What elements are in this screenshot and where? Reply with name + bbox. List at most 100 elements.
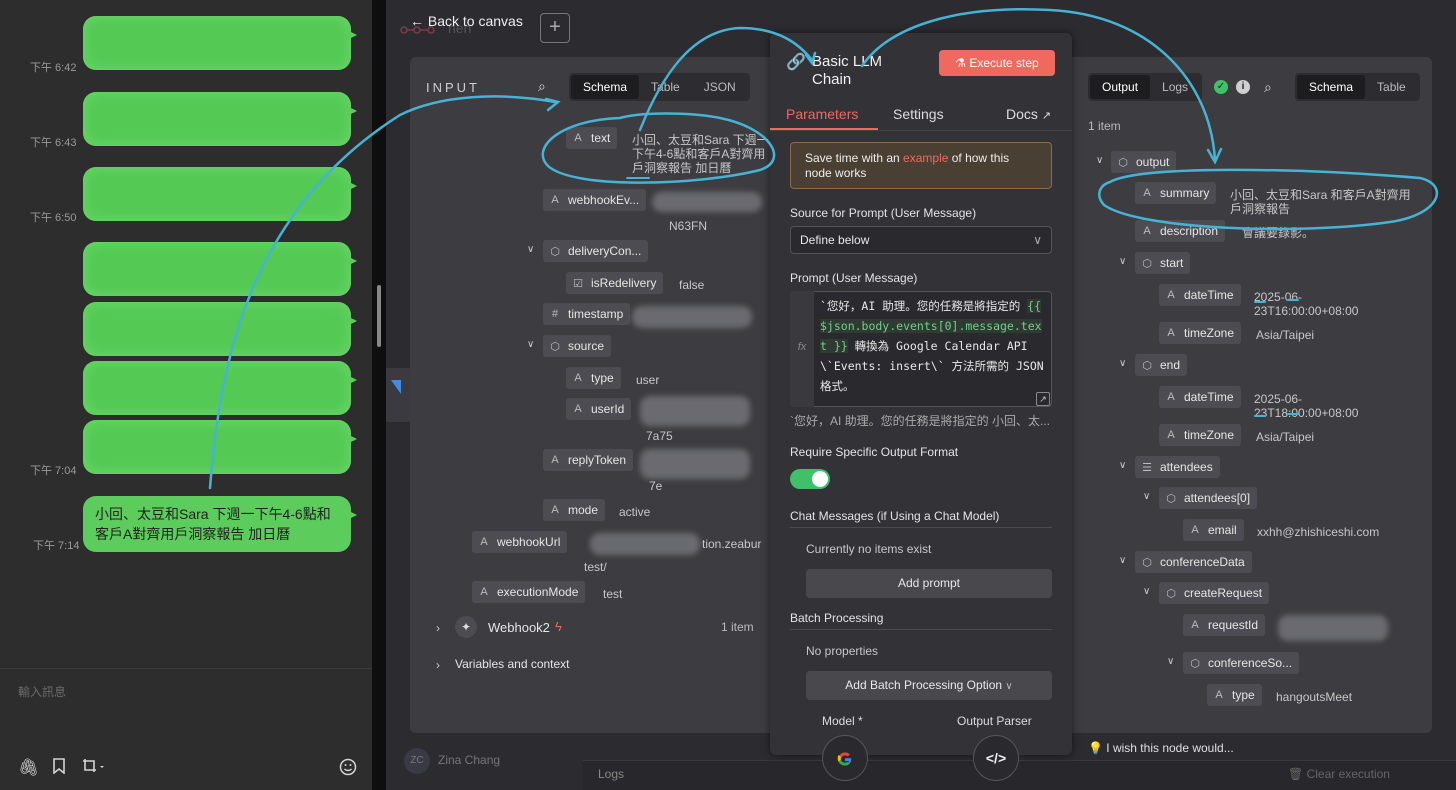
chevron-down-icon[interactable]: ∨: [1143, 586, 1150, 597]
prompt-text[interactable]: `您好，AI 助理。您的任務是將指定的 {{ $json.body.events…: [820, 296, 1048, 396]
field-pill[interactable]: ⬡ createRequest: [1159, 582, 1270, 604]
example-link[interactable]: example: [903, 151, 948, 165]
chevron-right-icon[interactable]: ›: [436, 658, 440, 672]
string-type-icon: A: [574, 132, 582, 144]
field-pill[interactable]: Atext: [566, 127, 618, 149]
tab-schema[interactable]: Schema: [1297, 75, 1366, 99]
schema-row: ⬡ source: [543, 335, 612, 357]
execute-step-button[interactable]: ⚗ Execute step: [939, 50, 1055, 76]
no-properties-text: No properties: [806, 644, 879, 658]
logs-label[interactable]: Logs: [598, 767, 624, 781]
chevron-down-icon: ∨: [1033, 233, 1042, 247]
chevron-down-icon[interactable]: ∨: [1119, 460, 1126, 471]
chat-pane: 下午 6:42 下午 6:43 下午 6:50 下午 7:04 小回、太豆和Sa…: [0, 0, 376, 790]
object-type-icon: ⬡: [550, 340, 560, 353]
field-pill[interactable]: Atype: [1207, 684, 1262, 706]
field-pill[interactable]: ☑ isRedelivery: [566, 272, 664, 294]
object-type-icon: ⬡: [1142, 359, 1152, 372]
field-value: 2025-06-23T16:00:00+08:00: [1254, 290, 1359, 318]
chevron-right-icon[interactable]: ›: [436, 621, 440, 635]
redacted-value: [632, 306, 752, 328]
field-pill[interactable]: ⬡ end: [1135, 354, 1188, 376]
add-batch-option-button[interactable]: Add Batch Processing Option ∨: [806, 671, 1052, 700]
google-model-icon[interactable]: [822, 735, 868, 781]
field-pill[interactable]: ArequestId: [1183, 614, 1266, 636]
panel-handle[interactable]: [386, 368, 412, 422]
chevron-down-icon[interactable]: ∨: [1096, 155, 1103, 166]
field-pill[interactable]: AtimeZone: [1159, 322, 1242, 344]
schema-row: ⬡ start: [1135, 252, 1191, 274]
field-pill[interactable]: # timestamp: [543, 303, 631, 325]
search-icon[interactable]: ⌕: [538, 78, 546, 95]
chevron-down-icon[interactable]: ∨: [1143, 491, 1150, 502]
tab-table[interactable]: Table: [639, 75, 692, 99]
chevron-down-icon[interactable]: ∨: [1119, 555, 1126, 566]
paperclip-icon[interactable]: 🖇: [18, 758, 40, 778]
object-type-icon: ⬡: [1118, 156, 1128, 169]
require-format-toggle[interactable]: [790, 469, 830, 489]
tab-docs[interactable]: Docs ↗: [1006, 106, 1051, 122]
schema-row: Atype: [1207, 684, 1262, 706]
schema-row: Amode: [543, 499, 606, 521]
tab-table[interactable]: Table: [1365, 75, 1418, 99]
string-type-icon: A: [1191, 619, 1199, 631]
field-pill[interactable]: ⬡ attendees[0]: [1159, 487, 1258, 509]
variables-context[interactable]: Variables and context: [455, 657, 570, 671]
field-pill[interactable]: AdateTime: [1159, 386, 1241, 408]
chevron-down-icon[interactable]: ∨: [1119, 358, 1126, 369]
field-pill[interactable]: ⬡ start: [1135, 252, 1191, 274]
code-parser-icon[interactable]: </>: [973, 735, 1019, 781]
info-icon[interactable]: i: [1236, 80, 1250, 94]
expand-icon[interactable]: ↗: [1036, 392, 1050, 406]
back-to-canvas-button[interactable]: ← Back to canvas: [410, 13, 523, 29]
field-pill[interactable]: Adescription: [1135, 220, 1226, 242]
add-node-button[interactable]: +: [540, 13, 570, 43]
chevron-down-icon[interactable]: ∨: [527, 339, 534, 350]
field-pill[interactable]: ⬡ conferenceData: [1135, 551, 1252, 573]
tab-logs[interactable]: Logs: [1150, 75, 1200, 99]
string-type-icon: A: [480, 586, 488, 598]
bookmark-icon[interactable]: [49, 758, 69, 778]
chevron-down-icon[interactable]: ∨: [527, 244, 534, 255]
field-pill[interactable]: ⬡ source: [543, 335, 612, 357]
field-pill[interactable]: ⬡ conferenceSo...: [1183, 652, 1300, 674]
chevron-down-icon[interactable]: ∨: [1119, 256, 1126, 267]
tab-parameters[interactable]: Parameters: [786, 106, 858, 122]
field-pill[interactable]: Asummary: [1135, 182, 1217, 204]
add-prompt-button[interactable]: Add prompt: [806, 569, 1052, 598]
object-type-icon: ⬡: [550, 245, 560, 258]
field-pill[interactable]: AdateTime: [1159, 284, 1241, 306]
tab-schema[interactable]: Schema: [571, 75, 640, 99]
field-pill[interactable]: ☰ attendees: [1135, 456, 1220, 478]
field-value: 7e: [649, 479, 663, 493]
source-select[interactable]: Define below ∨: [790, 226, 1052, 254]
clear-execution-button[interactable]: 🗑 Clear execution: [1288, 767, 1390, 781]
crop-icon[interactable]: [80, 758, 108, 778]
feedback-link[interactable]: 💡 I wish this node would...: [1088, 741, 1234, 755]
tab-output[interactable]: Output: [1090, 75, 1151, 99]
field-pill[interactable]: Atype: [566, 367, 621, 389]
tab-json[interactable]: JSON: [692, 75, 748, 99]
chevron-down-icon[interactable]: ∨: [1167, 656, 1174, 667]
tab-settings[interactable]: Settings: [893, 106, 944, 122]
field-pill[interactable]: AwebhookEv...: [543, 189, 647, 211]
string-type-icon: A: [551, 454, 559, 466]
redacted-value: [652, 192, 762, 212]
field-pill[interactable]: Amode: [543, 499, 606, 521]
field-pill[interactable]: AwebhookUrl: [472, 531, 568, 553]
field-pill[interactable]: ⬡ output: [1111, 151, 1177, 173]
field-pill[interactable]: AtimeZone: [1159, 424, 1242, 446]
node-webhook2[interactable]: Webhook2: [488, 620, 550, 635]
node-title[interactable]: Basic LLM Chain: [812, 53, 922, 89]
field-pill[interactable]: ⬡ deliveryCon...: [543, 240, 649, 262]
chat-time: 下午 7:04: [30, 465, 77, 477]
redacted-value: [640, 396, 750, 426]
emoji-icon[interactable]: [338, 758, 358, 778]
chat-scrollbar[interactable]: [377, 285, 381, 347]
field-pill[interactable]: Aemail: [1183, 519, 1244, 541]
search-icon[interactable]: ⌕: [1264, 79, 1280, 95]
chat-input[interactable]: 輸入訊息: [18, 683, 66, 700]
field-pill[interactable]: AuserId: [566, 398, 632, 420]
field-pill[interactable]: AexecutionMode: [472, 581, 586, 603]
field-pill[interactable]: AreplyToken: [543, 449, 634, 471]
